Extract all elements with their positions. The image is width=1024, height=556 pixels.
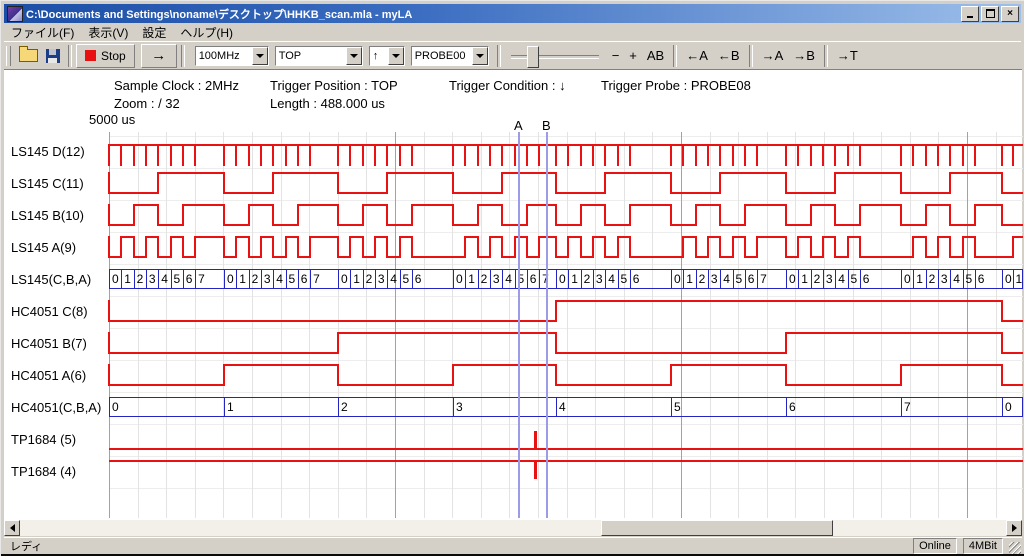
channel-label-10: TP1684 (4) (11, 464, 76, 479)
close-button[interactable]: × (1001, 6, 1019, 22)
info-trigger-condition: Trigger Condition : ↓ (449, 78, 566, 93)
info-zoom: Zoom : / 32 (114, 96, 180, 111)
toolbar-separator (68, 45, 72, 67)
scroll-left-button[interactable] (4, 520, 20, 536)
dropdown-arrow-button[interactable] (252, 47, 268, 65)
channel-label-5: HC4051 C(8) (11, 304, 88, 319)
chevron-down-icon (476, 54, 484, 58)
run-button[interactable]: → (141, 44, 177, 68)
save-file-button[interactable] (42, 45, 64, 67)
resize-grip[interactable] (1009, 542, 1021, 554)
open-folder-icon (19, 49, 38, 62)
title-bar[interactable]: C:\Documents and Settings\noname\デスクトップ\… (4, 4, 1021, 23)
trigger-probe-value: PROBE00 (412, 47, 472, 65)
app-window: C:\Documents and Settings\noname\デスクトップ\… (0, 0, 1024, 556)
trigger-edge-value: ↑ (370, 47, 388, 65)
dropdown-arrow-button[interactable] (388, 47, 404, 65)
channel-label-7: HC4051 A(6) (11, 368, 86, 383)
jump-fwd-button-0[interactable]: →A (757, 45, 789, 67)
minimize-icon (967, 16, 973, 18)
zoom-slider[interactable] (511, 45, 599, 67)
status-memory-badge: 4MBit (963, 538, 1003, 554)
status-ready-text: レディ (4, 538, 913, 554)
trigger-position-select[interactable]: TOP (275, 46, 363, 66)
channel-label-3: LS145 A(9) (11, 240, 76, 255)
trigger-probe-select[interactable]: PROBE00 (411, 46, 489, 66)
toolbar-separator (181, 45, 185, 67)
close-icon: × (1007, 8, 1013, 19)
toolbar-separator (824, 45, 828, 67)
menu-item-1[interactable]: 表示(V) (81, 23, 135, 42)
minimize-button[interactable] (961, 6, 979, 22)
chevron-down-icon (392, 54, 400, 58)
sample-clock-value: 100MHz (196, 47, 252, 65)
status-online-badge: Online (913, 538, 957, 554)
channel-label-4: LS145(C,B,A) (11, 272, 91, 287)
info-trigger-probe: Trigger Probe : PROBE08 (601, 78, 751, 93)
status-bar: レディ Online 4MBit (4, 537, 1022, 554)
run-arrow-icon: → (151, 48, 166, 63)
window-controls: × (961, 6, 1019, 22)
save-floppy-icon (46, 49, 60, 63)
menu-item-3[interactable]: ヘルプ(H) (173, 23, 240, 42)
channel-label-2: LS145 B(10) (11, 208, 84, 223)
channel-label-6: HC4051 B(7) (11, 336, 87, 351)
toolbar-separator (673, 45, 677, 67)
window-title: C:\Documents and Settings\noname\デスクトップ\… (26, 6, 957, 22)
menu-item-0[interactable]: ファイル(F) (4, 23, 81, 42)
scrollbar-thumb[interactable] (601, 520, 833, 536)
chevron-down-icon (256, 54, 264, 58)
jump-back-button-1[interactable]: ←B (713, 45, 745, 67)
stop-button[interactable]: Stop (76, 44, 135, 68)
toolbar-grip (6, 46, 11, 66)
jump-back-button-0[interactable]: ←A (681, 45, 713, 67)
toolbar-separator (497, 45, 501, 67)
maximize-button[interactable] (981, 6, 999, 22)
stop-icon (85, 50, 96, 61)
scroll-left-icon (10, 524, 15, 532)
zoom-button-1[interactable]: + (624, 45, 642, 67)
scroll-right-icon (1012, 524, 1017, 532)
channel-label-1: LS145 C(11) (11, 176, 84, 191)
toolbar: Stop → 100MHz TOP ↑ PROBE00 −+AB ←A←B →A→B… (4, 41, 1021, 69)
waveform-panel (4, 69, 1022, 520)
zoom-slider-track (511, 55, 599, 59)
trigger-position-value: TOP (276, 47, 346, 65)
info-sample-clock: Sample Clock : 2MHz (114, 78, 239, 93)
channel-label-0: LS145 D(12) (11, 144, 85, 159)
zoom-slider-thumb[interactable] (527, 46, 539, 68)
dropdown-arrow-button[interactable] (472, 47, 488, 65)
scroll-right-button[interactable] (1006, 520, 1022, 536)
sample-clock-select[interactable]: 100MHz (195, 46, 269, 66)
dropdown-arrow-button[interactable] (346, 47, 362, 65)
horizontal-scrollbar[interactable] (4, 520, 1022, 536)
info-length: Length : 488.000 us (270, 96, 385, 111)
stop-button-label: Stop (101, 49, 126, 63)
jump-fwd-button-1[interactable]: →B (788, 45, 820, 67)
maximize-icon (986, 9, 995, 18)
zoom-button-2[interactable]: AB (642, 45, 669, 67)
open-file-button[interactable] (15, 45, 42, 67)
toolbar-separator (749, 45, 753, 67)
menu-bar: ファイル(F)表示(V)設定ヘルプ(H) (4, 23, 1021, 41)
info-trigger-position: Trigger Position : TOP (270, 78, 398, 93)
channel-label-9: TP1684 (5) (11, 432, 76, 447)
chevron-down-icon (350, 54, 358, 58)
jump-trigger-button-0[interactable]: →T (832, 45, 863, 67)
app-icon (7, 6, 23, 22)
trigger-edge-select[interactable]: ↑ (369, 46, 405, 66)
menu-item-2[interactable]: 設定 (135, 23, 173, 42)
zoom-button-0[interactable]: − (607, 45, 625, 67)
channel-label-8: HC4051(C,B,A) (11, 400, 101, 415)
time-scale-label: 5000 us (89, 112, 135, 127)
